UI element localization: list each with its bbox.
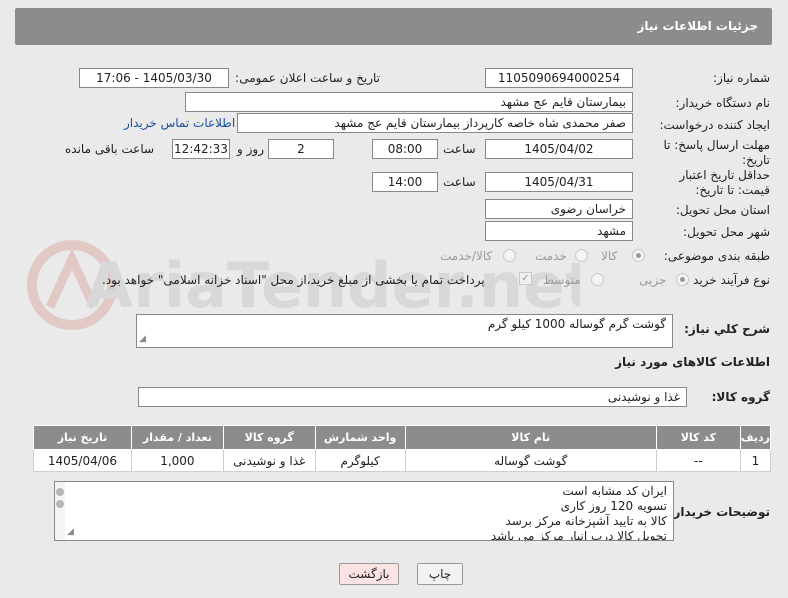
deadline-label: مهلت ارسال پاسخ: تا تاریخ: xyxy=(663,138,770,167)
process-minor-radio[interactable] xyxy=(676,273,689,286)
city-label: شهر محل تحویل: xyxy=(683,225,770,239)
buyer-notes-line: تسویه 120 روز کاری xyxy=(560,499,667,513)
category-goods-service-radio[interactable] xyxy=(503,249,516,262)
buyer-notes-line: کالا به تایید آشپزخانه مرکز برسد xyxy=(505,514,668,528)
print-button[interactable]: چاپ xyxy=(417,563,463,585)
page-title: جزئیات اطلاعات نیاز xyxy=(637,19,758,33)
buyer-notes-label: توضیحات خریدار: xyxy=(668,505,770,519)
need-number-field: 1105090694000254 xyxy=(485,68,633,88)
creator-field: صفر محمدی شاه خاصه کارپرداز بیمارستان قا… xyxy=(237,113,633,133)
col-row-number: ردیف xyxy=(739,425,772,450)
scroll-dot-icon xyxy=(56,488,64,496)
category-goods-label: کالا xyxy=(601,249,618,263)
buyer-notes-textarea[interactable]: ایران کد مشابه است تسویه 120 روز کاری کا… xyxy=(54,481,674,541)
category-label: طبقه بندی موضوعی: xyxy=(663,249,770,263)
announce-datetime-field: 1405/03/30 - 17:06 xyxy=(79,68,229,88)
cell-item-group: غذا و نوشیدنی xyxy=(222,449,316,472)
price-time-label: ساعت xyxy=(443,175,476,189)
col-item-name: نام کالا xyxy=(404,425,657,450)
category-service-label: خدمت xyxy=(535,249,567,263)
cell-item-code: -- xyxy=(655,449,741,472)
category-goods-service-label: کالا/خدمت xyxy=(440,249,493,263)
deadline-date-field: 1405/04/02 xyxy=(485,139,633,159)
deadline-time-field: 08:00 xyxy=(372,139,438,159)
resize-grip-icon[interactable]: ◢ xyxy=(67,525,74,540)
remaining-time-field: 12:42:33 xyxy=(172,139,230,159)
treasury-payment-note: پرداخت تمام یا بخشی از مبلغ خرید،از محل … xyxy=(102,273,485,287)
col-item-group: گروه کالا xyxy=(222,425,316,450)
buyer-notes-line: ایران کد مشابه است xyxy=(562,484,667,498)
process-medium-radio[interactable] xyxy=(591,273,604,286)
deadline-time-label: ساعت xyxy=(443,142,476,156)
col-unit: واحد شمارش xyxy=(314,425,406,450)
treasury-payment-checkbox[interactable]: ✓ xyxy=(519,272,532,285)
remaining-label: ساعت باقی مانده xyxy=(65,142,155,156)
buyer-notes-line: تحویل کالا درب انبار مرکز می باشد xyxy=(490,529,667,541)
summary-label: شرح کلي نياز: xyxy=(684,322,770,336)
buyer-org-field: بیمارستان قایم عج مشهد xyxy=(185,92,633,112)
cell-unit: کیلوگرم xyxy=(314,449,406,472)
header-panel: جزئیات اطلاعات نیاز xyxy=(15,8,772,45)
summary-textarea[interactable]: گوشت گرم گوساله 1000 کیلو گرم ◢ xyxy=(136,314,673,348)
col-item-code: کد کالا xyxy=(655,425,741,450)
back-button[interactable]: بازگشت xyxy=(339,563,399,585)
cell-row-number: 1 xyxy=(739,449,772,472)
cell-item-name: گوشت گوساله xyxy=(404,449,657,472)
province-field: خراسان رضوی xyxy=(485,199,633,219)
resize-grip-icon[interactable]: ◢ xyxy=(139,332,146,347)
price-date-field: 1405/04/31 xyxy=(485,172,633,192)
cell-need-date: 1405/04/06 xyxy=(33,449,132,472)
table-row[interactable]: 1 -- گوشت گوساله کیلوگرم غذا و نوشیدنی 1… xyxy=(33,449,772,472)
cell-quantity: 1,000 xyxy=(130,449,224,472)
days-count-field: 2 xyxy=(268,139,334,159)
table-header-row: ردیف کد کالا نام کالا واحد شمارش گروه کا… xyxy=(33,425,772,450)
price-validity-label: حداقل تاریخ اعتبار قیمت: تا تاریخ: xyxy=(679,168,770,197)
goods-table: ردیف کد کالا نام کالا واحد شمارش گروه کا… xyxy=(33,425,772,472)
category-goods-radio[interactable] xyxy=(632,249,645,262)
buyer-contact-link[interactable]: اطلاعات تماس خریدار xyxy=(124,116,235,130)
process-medium-label: متوسط xyxy=(543,273,581,287)
goods-group-field: غذا و نوشیدنی xyxy=(138,387,687,407)
goods-section-title: اطلاعات کالاهای مورد نیاز xyxy=(615,355,770,369)
process-minor-label: جزیی xyxy=(639,273,667,287)
notes-scrollbar[interactable] xyxy=(55,482,65,540)
price-time-field: 14:00 xyxy=(372,172,438,192)
buyer-org-label: نام دستگاه خریدار: xyxy=(675,96,771,110)
creator-label: ایجاد کننده درخواست: xyxy=(659,118,770,132)
summary-text: گوشت گرم گوساله 1000 کیلو گرم xyxy=(487,317,666,331)
province-label: استان محل تحویل: xyxy=(675,203,770,217)
city-field: مشهد xyxy=(485,221,633,241)
scroll-dot-icon xyxy=(56,500,64,508)
need-number-label: شماره نیاز: xyxy=(713,71,770,85)
process-type-label: نوع فرآیند خرید : xyxy=(685,273,770,287)
category-service-radio[interactable] xyxy=(575,249,588,262)
goods-group-label: گروه کالا: xyxy=(711,390,770,404)
announce-label: تاریخ و ساعت اعلان عمومی: xyxy=(235,71,380,85)
col-need-date: تاریخ نیاز xyxy=(33,425,132,450)
day-and-label: روز و xyxy=(237,142,264,156)
col-quantity: تعداد / مقدار xyxy=(130,425,224,450)
